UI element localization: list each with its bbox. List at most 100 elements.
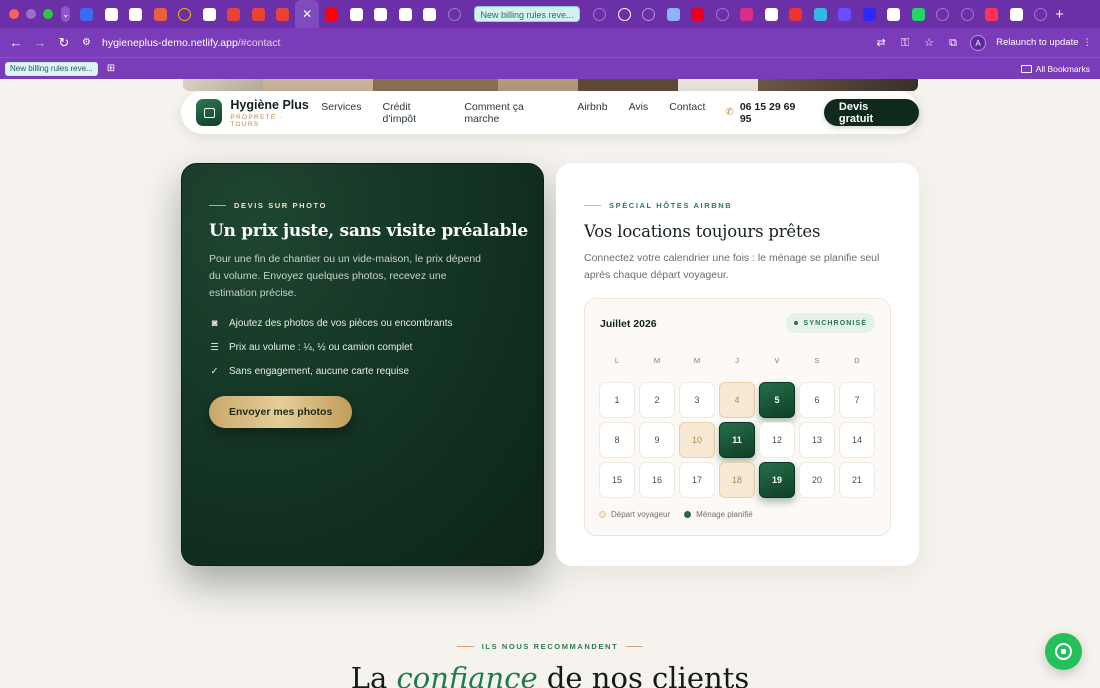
browser-tab[interactable] xyxy=(197,0,222,28)
site-settings-icon[interactable]: ⚙ xyxy=(82,37,96,49)
notes-icon xyxy=(153,7,167,21)
calendar-day[interactable]: 16 xyxy=(639,462,675,498)
browser-tab[interactable] xyxy=(74,0,99,28)
browser-tab[interactable] xyxy=(661,0,686,28)
whatsapp-icon xyxy=(911,7,925,21)
calendar-day-departure[interactable]: 4 xyxy=(719,382,755,418)
calendar-day[interactable]: 6 xyxy=(799,382,835,418)
tab-group-label[interactable]: New billing rules reve... xyxy=(474,6,580,22)
browser-tab[interactable] xyxy=(246,0,271,28)
browser-tab[interactable] xyxy=(808,0,833,28)
nav-link-how-it-works[interactable]: Comment ça marche xyxy=(464,101,556,125)
browser-tab[interactable] xyxy=(759,0,784,28)
extensions-icon[interactable]: ⧉ xyxy=(946,36,960,50)
calendar-day[interactable]: 2 xyxy=(639,382,675,418)
calendar-day[interactable]: 8 xyxy=(599,422,635,458)
browser-tab[interactable] xyxy=(637,0,662,28)
calendar-day[interactable]: 14 xyxy=(839,422,875,458)
bookmark-item[interactable]: New billing rules reve... xyxy=(5,61,98,76)
browser-tab[interactable] xyxy=(833,0,858,28)
browser-tab[interactable] xyxy=(612,0,637,28)
circle-icon xyxy=(178,7,192,21)
more-menu-icon[interactable]: ⋮ xyxy=(1083,37,1093,48)
browser-tab[interactable] xyxy=(882,0,907,28)
phone-link[interactable]: ✆ 06 15 29 69 95 xyxy=(725,101,808,125)
back-button[interactable]: ← xyxy=(4,35,28,50)
calendar-day-cleaning[interactable]: 19 xyxy=(759,462,795,498)
relaunch-button[interactable]: Relaunch to update ⋮ xyxy=(996,37,1092,48)
calendar-day-departure[interactable]: 10 xyxy=(679,422,715,458)
apps-grid-icon[interactable]: ⊞ xyxy=(107,63,115,74)
reload-button[interactable]: ↻ xyxy=(52,35,76,51)
whatsapp-button[interactable] xyxy=(1045,633,1082,670)
nav-link-credit[interactable]: Crédit d'impôt xyxy=(383,101,444,125)
phone-number: 06 15 29 69 95 xyxy=(739,100,796,125)
calendar-day[interactable]: 15 xyxy=(599,462,635,498)
calendar-day-cleaning[interactable]: 5 xyxy=(759,382,795,418)
browser-tab[interactable] xyxy=(1029,0,1054,28)
hero-image-strip xyxy=(183,79,918,91)
browser-tab[interactable] xyxy=(906,0,931,28)
browser-tab[interactable] xyxy=(148,0,173,28)
nav-link-airbnb[interactable]: Airbnb xyxy=(577,101,607,125)
folder-icon xyxy=(1020,64,1032,73)
tab-search-button[interactable]: ⌄ xyxy=(61,6,71,22)
zoom-window-button[interactable] xyxy=(43,9,53,19)
browser-tab[interactable] xyxy=(784,0,809,28)
calendar-day[interactable]: 1 xyxy=(599,382,635,418)
browser-tab[interactable] xyxy=(172,0,197,28)
calendar-day[interactable]: 21 xyxy=(839,462,875,498)
address-bar[interactable]: ⚙ hygieneplus-demo.netlify.app/#contact xyxy=(82,37,280,49)
calendar-day[interactable]: 20 xyxy=(799,462,835,498)
calendar-day[interactable]: 12 xyxy=(759,422,795,458)
loading-icon xyxy=(1034,7,1048,21)
brand[interactable]: Hygiène Plus PROPRETÉ · TOURS xyxy=(230,98,313,128)
title-emphasis: confiance xyxy=(396,661,538,688)
browser-tab[interactable] xyxy=(393,0,418,28)
nav-link-services[interactable]: Services xyxy=(321,101,361,125)
nav-link-reviews[interactable]: Avis xyxy=(629,101,649,125)
calendar-day[interactable]: 17 xyxy=(679,462,715,498)
eyebrow-line xyxy=(626,646,644,647)
browser-tab[interactable] xyxy=(319,0,344,28)
translate-icon[interactable]: ⇄ xyxy=(874,36,888,50)
forward-button[interactable]: → xyxy=(28,35,52,50)
calendar-day-departure[interactable]: 18 xyxy=(719,462,755,498)
calendar-day[interactable]: 7 xyxy=(839,382,875,418)
check-icon: ✓ xyxy=(210,366,219,377)
browser-tab[interactable] xyxy=(99,0,124,28)
calendar-day[interactable]: 13 xyxy=(799,422,835,458)
password-key-icon[interactable]: ⚿ xyxy=(898,36,912,50)
close-window-button[interactable] xyxy=(9,9,19,19)
browser-tab[interactable] xyxy=(686,0,711,28)
browser-tab[interactable] xyxy=(857,0,882,28)
brand-logo-icon[interactable] xyxy=(196,99,223,126)
browser-tab[interactable] xyxy=(931,0,956,28)
calendar-day[interactable]: 3 xyxy=(679,382,715,418)
browser-tab[interactable] xyxy=(344,0,369,28)
bookmark-star-icon[interactable]: ☆ xyxy=(922,36,936,50)
browser-tab[interactable] xyxy=(710,0,735,28)
browser-tab[interactable] xyxy=(980,0,1005,28)
all-bookmarks-button[interactable]: All Bookmarks xyxy=(1020,64,1090,74)
browser-tab[interactable] xyxy=(417,0,442,28)
new-tab-button[interactable]: + xyxy=(1053,6,1066,23)
browser-tab[interactable] xyxy=(123,0,148,28)
browser-tab[interactable] xyxy=(735,0,760,28)
browser-tab[interactable] xyxy=(270,0,295,28)
browser-tab[interactable] xyxy=(442,0,467,28)
browser-tab[interactable] xyxy=(1004,0,1029,28)
send-photos-button[interactable]: Envoyer mes photos xyxy=(209,396,353,428)
testimonials-eyebrow-row: ILS NOUS RECOMMANDENT xyxy=(0,642,1100,651)
nav-link-contact[interactable]: Contact xyxy=(669,101,705,125)
browser-tab[interactable] xyxy=(368,0,393,28)
browser-tab[interactable] xyxy=(221,0,246,28)
browser-tab[interactable]: ✕ xyxy=(294,0,320,28)
free-quote-button[interactable]: Devis gratuit xyxy=(823,99,919,126)
browser-tab[interactable] xyxy=(955,0,980,28)
browser-tab[interactable] xyxy=(588,0,613,28)
calendar-day-cleaning[interactable]: 11 xyxy=(719,422,755,458)
minimize-window-button[interactable] xyxy=(26,9,36,19)
profile-avatar[interactable]: A xyxy=(970,34,987,51)
calendar-day[interactable]: 9 xyxy=(639,422,675,458)
